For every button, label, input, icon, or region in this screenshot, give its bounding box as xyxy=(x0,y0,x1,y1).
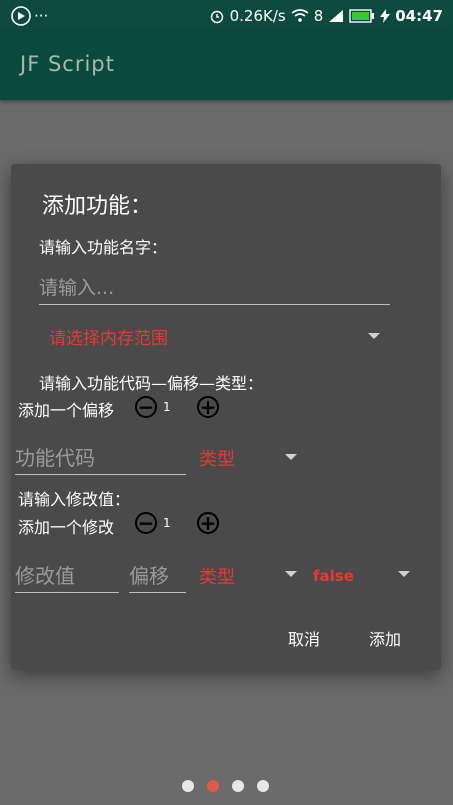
app-title: JF Script xyxy=(20,52,115,76)
modify-type-value: 类型 xyxy=(199,567,235,588)
function-code-label: 请输入功能代码—偏移—类型： xyxy=(39,374,264,393)
memory-range-dropdown-icon[interactable] xyxy=(368,333,380,339)
page-dot[interactable] xyxy=(257,780,269,792)
freeze-spinner[interactable]: false xyxy=(313,562,403,590)
modify-type-spinner[interactable]: 类型 xyxy=(199,562,289,590)
battery-icon xyxy=(349,9,375,23)
plus-icon: + xyxy=(199,511,217,535)
page-dot-active[interactable] xyxy=(207,780,219,792)
dialog-title: 添加功能： xyxy=(42,194,153,219)
status-bar: ··· 0.26K/s 8 04:47 xyxy=(0,0,453,32)
clock: 04:47 xyxy=(395,7,443,25)
minus-icon: − xyxy=(137,395,155,419)
code-type-spinner[interactable]: 类型 xyxy=(199,444,289,472)
remove-modify-button[interactable]: − xyxy=(135,512,157,534)
page-dot[interactable] xyxy=(182,780,194,792)
code-type-value: 类型 xyxy=(199,449,235,470)
plus-icon: + xyxy=(199,395,217,419)
function-name-input[interactable] xyxy=(39,272,390,305)
add-button[interactable]: 添加 xyxy=(369,626,401,650)
add-modify-button[interactable]: + xyxy=(197,512,219,534)
page-dot[interactable] xyxy=(232,780,244,792)
code-type-dropdown-icon[interactable] xyxy=(285,454,297,460)
signal-icon xyxy=(329,10,344,22)
add-function-dialog: 添加功能： 请输入功能名字： 请选择内存范围 请输入功能代码—偏移—类型： 添加… xyxy=(11,164,441,670)
add-offset-label: 添加一个偏移 xyxy=(18,401,115,420)
more-notifications-icon: ··· xyxy=(34,7,49,25)
alarm-icon xyxy=(210,10,223,24)
minus-icon: − xyxy=(137,511,155,535)
cancel-button[interactable]: 取消 xyxy=(288,626,320,650)
modify-count: 1 xyxy=(163,516,171,530)
modify-value-label: 请输入修改值： xyxy=(18,490,131,509)
battery-percent: 8 xyxy=(313,7,324,25)
charging-icon xyxy=(380,9,391,23)
app-notification-icon xyxy=(11,6,31,26)
add-modify-label: 添加一个修改 xyxy=(18,518,115,537)
modify-type-dropdown-icon[interactable] xyxy=(285,571,297,577)
page-indicator xyxy=(182,780,269,792)
app-bar: JF Script xyxy=(0,32,453,100)
offset-count: 1 xyxy=(163,400,171,414)
memory-range-value: 请选择内存范围 xyxy=(49,328,168,349)
remove-offset-button[interactable]: − xyxy=(135,396,157,418)
memory-range-spinner[interactable]: 请选择内存范围 xyxy=(49,322,379,350)
freeze-value: false xyxy=(313,567,354,585)
function-name-label: 请输入功能名字： xyxy=(39,238,168,257)
network-speed: 0.26K/s xyxy=(229,7,286,25)
function-code-input[interactable] xyxy=(15,442,186,475)
add-offset-button[interactable]: + xyxy=(197,396,219,418)
modify-value-input[interactable] xyxy=(15,560,119,593)
modify-offset-input[interactable] xyxy=(129,560,186,593)
wifi-icon xyxy=(291,9,309,22)
freeze-dropdown-icon[interactable] xyxy=(398,571,410,577)
